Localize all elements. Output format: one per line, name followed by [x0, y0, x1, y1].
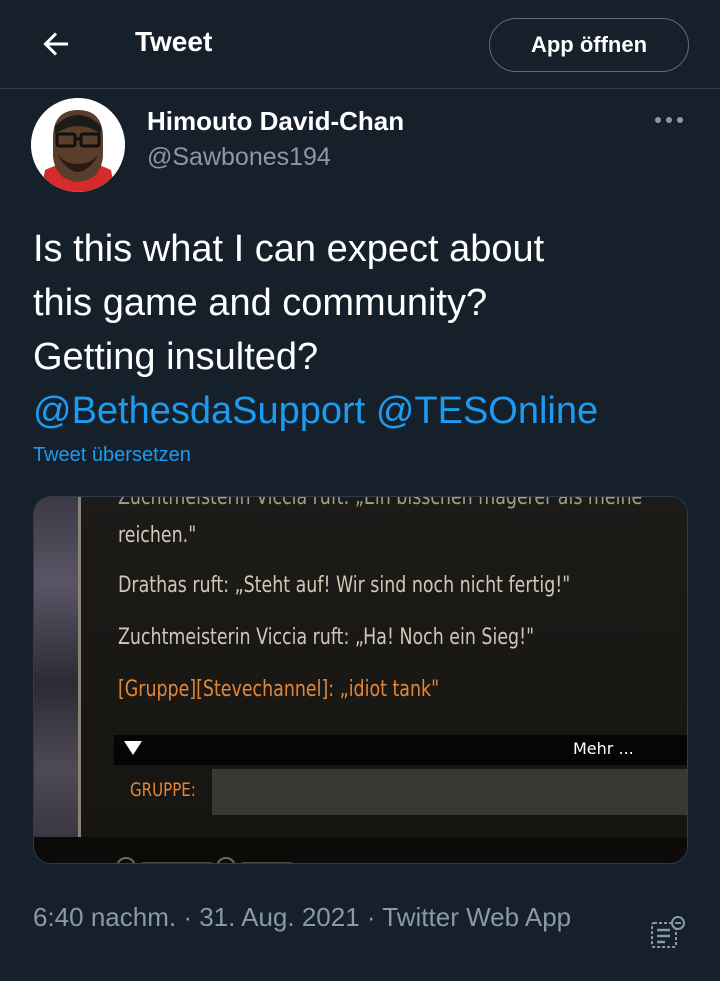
tweet-mentions: @BethesdaSupport @TESOnline	[33, 384, 693, 438]
chat-message-insult: [Gruppe][Stevechannel]: „idiot tank"	[118, 677, 440, 702]
game-background-strip	[34, 497, 78, 837]
open-app-button[interactable]: App öffnen	[489, 18, 689, 72]
mention-link[interactable]: @TESOnline	[376, 390, 598, 432]
page-title: Tweet	[135, 26, 213, 57]
back-arrow-icon[interactable]	[38, 26, 74, 62]
game-buttons-icon	[116, 857, 292, 863]
more-options-icon[interactable]	[652, 108, 686, 132]
chat-input-box	[212, 769, 687, 815]
channel-label: GRUPPE:	[130, 779, 196, 801]
avatar[interactable]	[31, 98, 125, 192]
chat-message: reichen."	[118, 523, 197, 548]
header-divider	[0, 88, 720, 89]
collapse-triangle-icon	[124, 741, 142, 755]
avatar-image-icon	[31, 98, 125, 192]
chat-message: Zuchtmeisterin Viccia ruft: „Ha! Noch ei…	[118, 625, 535, 650]
chat-message: Zuchtmeisterin Viccia ruft: „Ein bissche…	[118, 496, 643, 510]
translate-icon[interactable]	[650, 915, 686, 951]
tweet-text-line: this game and community?	[33, 282, 488, 324]
tweet-text-line: Getting insulted?	[33, 336, 319, 378]
tweet-media-image[interactable]: Zuchtmeisterin Viccia ruft: „Ein bissche…	[33, 496, 688, 864]
translate-tweet-link[interactable]: Tweet übersetzen	[33, 444, 191, 467]
tweet-timestamp: 6:40 nachm. · 31. Aug. 2021 · Twitter We…	[33, 902, 572, 932]
tweet-text-line: Is this what I can expect about	[33, 228, 545, 270]
chat-message: Drathas ruft: „Steht auf! Wir sind noch …	[118, 573, 571, 598]
top-bar: Tweet App öffnen	[0, 0, 720, 88]
more-label: Mehr ...	[573, 739, 634, 758]
author-display-name[interactable]: Himouto David-Chan	[147, 106, 404, 137]
author-handle[interactable]: @Sawbones194	[147, 143, 331, 172]
tweet-text: Is this what I can expect about this gam…	[33, 222, 693, 438]
mention-link[interactable]: @BethesdaSupport	[33, 390, 365, 432]
